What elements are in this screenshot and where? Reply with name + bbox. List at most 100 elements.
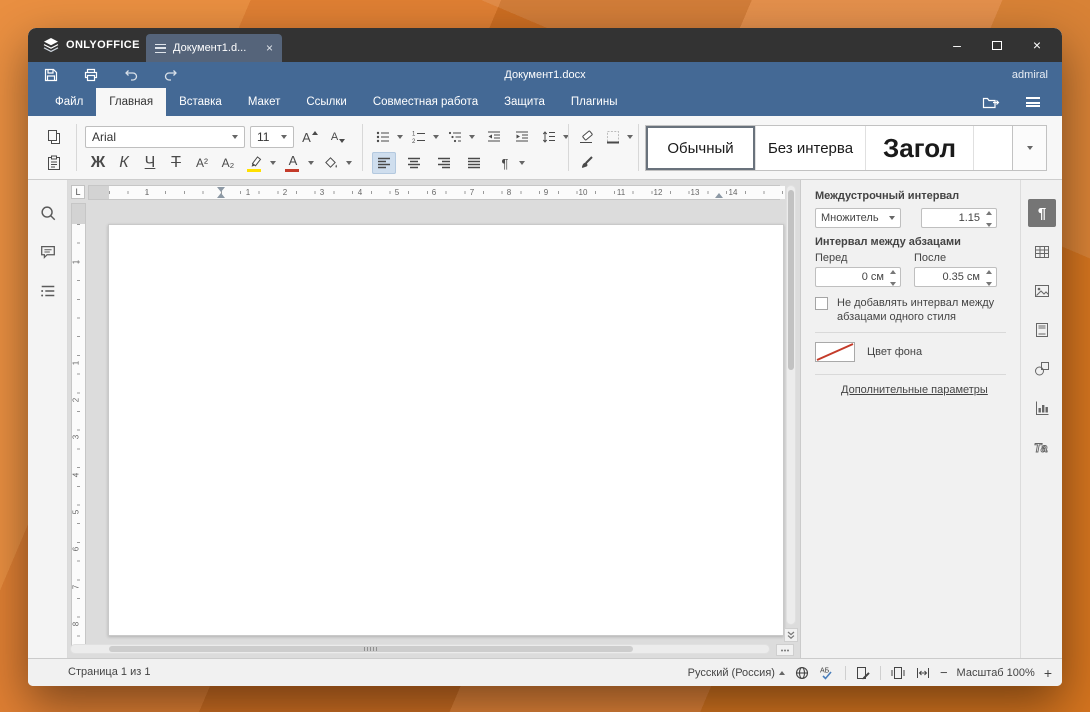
italic-button[interactable]: К: [112, 152, 136, 174]
spacing-before-spinner[interactable]: 0 см: [815, 267, 901, 287]
image-settings-button[interactable]: [1028, 277, 1056, 305]
zoom-out-button[interactable]: −: [940, 665, 948, 680]
paragraph-settings-button[interactable]: ¶: [1028, 199, 1056, 227]
horizontal-scrollbar[interactable]: [70, 644, 770, 654]
font-color-button[interactable]: A: [282, 152, 304, 174]
align-justify-button[interactable]: [462, 152, 486, 174]
fit-width-button[interactable]: [915, 665, 931, 681]
set-document-language-button[interactable]: [794, 665, 810, 681]
open-file-location-button[interactable]: [978, 91, 1004, 113]
horizontal-scrollbar-thumb[interactable]: [109, 646, 633, 652]
scroll-options-button[interactable]: [776, 644, 794, 656]
horizontal-ruler[interactable]: 1 1 2 3 4 5 6 7 8 9 10 11 12 13 14: [88, 185, 785, 200]
line-spacing-button[interactable]: [538, 126, 560, 148]
shading-arrow[interactable]: [343, 152, 355, 174]
page-number-button[interactable]: Страница 1 из 1: [68, 659, 150, 686]
font-size-combo[interactable]: 11: [250, 126, 294, 148]
tab-insert[interactable]: Вставка: [166, 88, 235, 116]
no-spacing-between-checkbox[interactable]: [815, 297, 828, 310]
comments-button[interactable]: [36, 240, 60, 264]
nonprinting-characters-button[interactable]: ¶: [494, 152, 516, 174]
shape-settings-button[interactable]: [1028, 355, 1056, 383]
background-color-button[interactable]: [815, 342, 855, 362]
align-right-button[interactable]: [432, 152, 456, 174]
paste-button[interactable]: [42, 152, 66, 174]
styles-gallery-dropdown[interactable]: [1012, 126, 1046, 170]
spinner-arrows[interactable]: [984, 211, 993, 227]
fit-page-button[interactable]: [890, 665, 906, 681]
multilevel-list-button[interactable]: [444, 126, 466, 148]
textart-settings-button[interactable]: Ta: [1028, 433, 1056, 461]
bullet-list-arrow[interactable]: [394, 126, 406, 148]
style-heading1[interactable]: Загол: [866, 126, 974, 170]
scroll-next-page-button[interactable]: [784, 628, 798, 642]
numbered-list-button[interactable]: 1 2: [408, 126, 430, 148]
vertical-scrollbar[interactable]: [786, 185, 796, 625]
tab-home[interactable]: Главная: [96, 88, 167, 116]
line-spacing-arrow[interactable]: [560, 126, 572, 148]
document-tab[interactable]: Документ1.d... ×: [146, 34, 282, 62]
spinner-arrows[interactable]: [984, 270, 993, 286]
maximize-button[interactable]: [984, 33, 1010, 57]
headerfooter-settings-button[interactable]: [1028, 316, 1056, 344]
language-selector[interactable]: Русский (Россия): [688, 667, 785, 679]
highlight-color-arrow[interactable]: [267, 152, 279, 174]
vertical-scrollbar-thumb[interactable]: [788, 190, 794, 370]
bullet-list-button[interactable]: [372, 126, 394, 148]
document-page[interactable]: [108, 224, 784, 636]
style-normal[interactable]: Обычный: [646, 126, 756, 170]
window-titlebar[interactable]: ONLYOFFICE Документ1.d... × – ×: [28, 28, 1062, 62]
multilevel-list-arrow[interactable]: [466, 126, 478, 148]
copy-style-button[interactable]: [574, 152, 598, 174]
no-spacing-between-label[interactable]: Не добавлять интервал между абзацами одн…: [837, 296, 1013, 324]
close-button[interactable]: ×: [1024, 33, 1050, 57]
print-button[interactable]: [78, 65, 104, 85]
tab-collaboration[interactable]: Совместная работа: [360, 88, 491, 116]
tab-references[interactable]: Ссылки: [293, 88, 360, 116]
vertical-ruler[interactable]: 1 1 2 3 4 5 6 7 8: [71, 203, 86, 651]
clear-style-button[interactable]: [574, 126, 598, 148]
view-settings-button[interactable]: [1020, 91, 1046, 113]
undo-button[interactable]: [118, 65, 144, 85]
tab-protection[interactable]: Защита: [491, 88, 558, 116]
bold-button[interactable]: Ж: [86, 152, 110, 174]
tab-plugins[interactable]: Плагины: [558, 88, 631, 116]
numbered-list-arrow[interactable]: [430, 126, 442, 148]
shading-button[interactable]: [320, 152, 342, 174]
track-changes-button[interactable]: [855, 665, 871, 681]
spinner-arrows[interactable]: [888, 270, 897, 286]
save-button[interactable]: [38, 65, 64, 85]
tab-stop-selector[interactable]: L: [71, 185, 85, 199]
increase-font-button[interactable]: A: [298, 126, 322, 148]
chart-settings-button[interactable]: [1028, 394, 1056, 422]
nonprinting-arrow[interactable]: [516, 152, 528, 174]
strikeout-button[interactable]: Т: [164, 152, 188, 174]
borders-arrow[interactable]: [624, 126, 636, 148]
line-spacing-type-select[interactable]: Множитель: [815, 208, 901, 228]
borders-button[interactable]: [602, 126, 624, 148]
spellcheck-button[interactable]: АБ: [819, 665, 836, 681]
superscript-button[interactable]: A²: [190, 152, 214, 174]
zoom-in-button[interactable]: +: [1044, 665, 1052, 681]
style-no-spacing[interactable]: Без интерва: [756, 126, 866, 170]
right-indent-marker[interactable]: [715, 193, 723, 198]
font-name-combo[interactable]: Arial: [85, 126, 245, 148]
tab-layout[interactable]: Макет: [235, 88, 294, 116]
underline-button[interactable]: Ч: [138, 152, 162, 174]
subscript-button[interactable]: A₂: [216, 152, 240, 174]
tab-close-icon[interactable]: ×: [266, 41, 273, 55]
first-line-indent-marker[interactable]: [217, 187, 225, 192]
decrease-font-button[interactable]: A: [326, 126, 350, 148]
style-partial[interactable]: [974, 126, 1010, 170]
table-settings-button[interactable]: [1028, 238, 1056, 266]
advanced-settings-link[interactable]: Дополнительные параметры: [841, 384, 988, 396]
font-color-arrow[interactable]: [305, 152, 317, 174]
highlight-color-button[interactable]: [244, 152, 266, 174]
navigation-button[interactable]: [36, 279, 60, 303]
search-button[interactable]: [36, 201, 60, 225]
left-indent-marker[interactable]: [217, 193, 225, 198]
spacing-after-spinner[interactable]: 0.35 см: [914, 267, 997, 287]
decrease-indent-button[interactable]: [482, 126, 506, 148]
zoom-menu-button[interactable]: Масштаб 100%: [957, 667, 1035, 679]
align-center-button[interactable]: [402, 152, 426, 174]
